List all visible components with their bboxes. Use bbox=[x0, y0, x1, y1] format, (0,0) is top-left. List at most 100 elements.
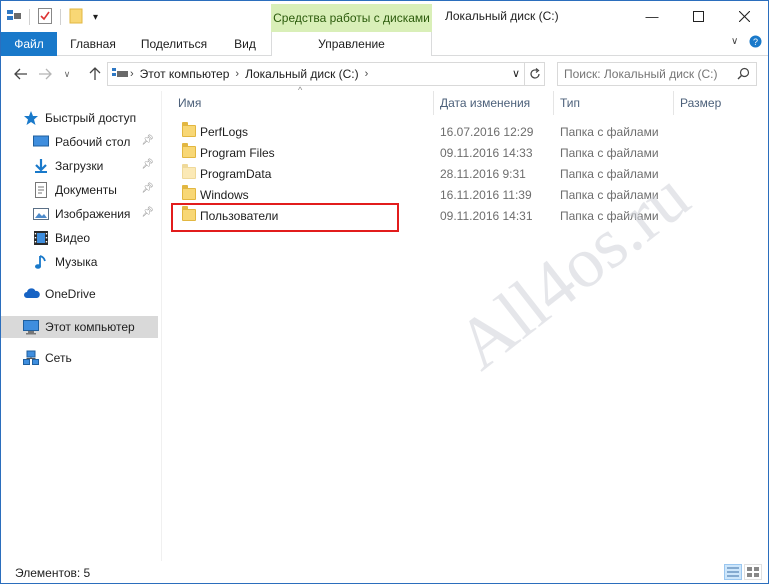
back-arrow-icon bbox=[14, 68, 27, 80]
hidden-folder-icon bbox=[182, 164, 196, 179]
column-header-size[interactable]: Размер bbox=[674, 91, 754, 115]
nav-item-music[interactable]: Музыка bbox=[1, 251, 158, 273]
maximize-icon bbox=[692, 10, 704, 22]
ribbon-tabs: Файл Главная Поделиться Вид Управление ∨… bbox=[1, 32, 768, 56]
qat-separator bbox=[60, 9, 61, 25]
nav-item-desktop[interactable]: Рабочий стол 📌︎ bbox=[1, 131, 158, 153]
minimize-button[interactable]: — bbox=[629, 1, 675, 31]
refresh-icon bbox=[529, 68, 540, 79]
this-pc-icon bbox=[112, 67, 128, 82]
documents-icon bbox=[33, 182, 49, 198]
properties-icon[interactable] bbox=[38, 7, 52, 27]
nav-label: Видео bbox=[55, 231, 91, 245]
breadcrumb-local-disk[interactable]: Локальный диск (C:) bbox=[245, 67, 359, 81]
column-header-type[interactable]: Тип bbox=[554, 91, 674, 115]
computer-icon bbox=[23, 319, 39, 335]
file-row[interactable]: PerfLogs 16.07.2016 12:29 Папка с файлам… bbox=[170, 122, 715, 143]
expand-ribbon-chevron-icon[interactable]: ∨ bbox=[731, 36, 738, 47]
file-type: Папка с файлами bbox=[560, 167, 659, 181]
pin-icon[interactable]: 📌︎ bbox=[141, 207, 154, 218]
status-bar: Элементов: 5 bbox=[1, 561, 768, 583]
column-header-date[interactable]: Дата изменения bbox=[434, 91, 554, 115]
file-type: Папка с файлами bbox=[560, 188, 659, 202]
column-header-name[interactable]: Имя bbox=[172, 91, 434, 115]
title-bar: ▾ Средства работы с дисками Локальный ди… bbox=[1, 1, 768, 33]
nav-label: Загрузки bbox=[55, 159, 104, 173]
file-list: ^ Имя Дата изменения Тип Размер PerfLogs… bbox=[162, 85, 768, 561]
refresh-button[interactable] bbox=[525, 62, 545, 86]
file-date: 09.11.2016 14:31 bbox=[440, 209, 533, 223]
nav-item-documents[interactable]: Документы 📌︎ bbox=[1, 179, 158, 201]
up-button[interactable] bbox=[85, 64, 105, 84]
folder-icon bbox=[182, 143, 196, 158]
help-icon[interactable]: ? bbox=[749, 35, 762, 51]
tab-file[interactable]: Файл bbox=[1, 32, 57, 56]
address-bar[interactable]: › Этот компьютер › Локальный диск (C:) ›… bbox=[107, 62, 525, 86]
new-folder-icon[interactable] bbox=[69, 8, 83, 27]
breadcrumb-chevron-icon[interactable]: › bbox=[130, 68, 134, 80]
close-icon bbox=[738, 10, 750, 22]
explorer-app-icon[interactable] bbox=[7, 9, 21, 26]
nav-label: Музыка bbox=[55, 255, 98, 269]
file-date: 09.11.2016 14:33 bbox=[440, 146, 533, 160]
nav-onedrive[interactable]: OneDrive bbox=[1, 283, 158, 305]
folder-icon bbox=[182, 185, 196, 200]
details-view-icon bbox=[727, 567, 739, 577]
quick-access-toolbar: ▾ bbox=[7, 7, 98, 27]
forward-button[interactable] bbox=[35, 64, 55, 84]
svg-text:?: ? bbox=[753, 37, 758, 47]
back-button[interactable] bbox=[11, 64, 31, 84]
file-type: Папка с файлами bbox=[560, 146, 659, 160]
pin-icon[interactable]: 📌︎ bbox=[141, 183, 154, 194]
large-icons-view-button[interactable] bbox=[744, 564, 762, 580]
tab-view[interactable]: Вид bbox=[219, 32, 271, 56]
pictures-icon bbox=[33, 206, 49, 222]
details-view-button[interactable] bbox=[724, 564, 742, 580]
tab-home[interactable]: Главная bbox=[57, 32, 129, 56]
tab-share[interactable]: Поделиться bbox=[129, 32, 219, 56]
nav-label: Изображения bbox=[55, 207, 131, 221]
file-date: 16.07.2016 12:29 bbox=[440, 125, 534, 139]
address-dropdown-chevron-icon[interactable]: ∨ bbox=[512, 67, 520, 80]
nav-this-pc[interactable]: Этот компьютер bbox=[1, 316, 158, 338]
video-icon bbox=[33, 230, 49, 246]
file-row[interactable]: Program Files 09.11.2016 14:33 Папка с ф… bbox=[170, 143, 715, 164]
customize-qat-chevron-icon[interactable]: ▾ bbox=[93, 12, 98, 23]
highlight-box bbox=[171, 203, 399, 232]
nav-label: Быстрый доступ bbox=[45, 111, 137, 125]
desktop-icon bbox=[33, 134, 49, 150]
folder-icon bbox=[182, 122, 196, 137]
file-row[interactable]: ProgramData 28.11.2016 9:31 Папка с файл… bbox=[170, 164, 715, 185]
recent-locations-chevron-icon[interactable]: ∨ bbox=[57, 64, 77, 84]
file-date: 28.11.2016 9:31 bbox=[440, 167, 526, 181]
tab-manage[interactable]: Управление bbox=[271, 32, 432, 56]
explorer-window: ▾ Средства работы с дисками Локальный ди… bbox=[0, 0, 769, 584]
cloud-icon bbox=[23, 286, 40, 302]
nav-network[interactable]: Сеть bbox=[1, 347, 158, 369]
qat-separator bbox=[29, 9, 30, 25]
nav-item-video[interactable]: Видео bbox=[1, 227, 158, 249]
nav-item-pictures[interactable]: Изображения 📌︎ bbox=[1, 203, 158, 225]
close-button[interactable] bbox=[721, 1, 767, 31]
up-arrow-icon bbox=[89, 67, 101, 80]
breadcrumb-chevron-icon[interactable]: › bbox=[235, 68, 239, 80]
context-tab-group-label: Средства работы с дисками bbox=[271, 4, 432, 33]
file-type: Папка с файлами bbox=[560, 209, 659, 223]
file-name: PerfLogs bbox=[200, 125, 249, 139]
nav-label: Этот компьютер bbox=[45, 320, 135, 334]
search-icon[interactable] bbox=[737, 67, 750, 83]
breadcrumb-chevron-icon[interactable]: › bbox=[365, 68, 369, 80]
pin-icon[interactable]: 📌︎ bbox=[141, 159, 154, 170]
breadcrumb-this-pc[interactable]: Этот компьютер bbox=[140, 67, 230, 81]
navigation-row: ∨ › Этот компьютер › Локальный диск (C:)… bbox=[1, 56, 768, 91]
pin-icon[interactable]: 📌︎ bbox=[141, 135, 154, 146]
nav-item-downloads[interactable]: Загрузки 📌︎ bbox=[1, 155, 158, 177]
nav-quick-access[interactable]: Быстрый доступ bbox=[1, 107, 158, 129]
file-name: Windows bbox=[200, 188, 249, 202]
star-icon bbox=[23, 110, 39, 126]
search-input[interactable] bbox=[564, 67, 734, 81]
maximize-button[interactable] bbox=[675, 1, 721, 31]
large-icons-view-icon bbox=[747, 567, 759, 577]
window-title: Локальный диск (C:) bbox=[445, 9, 559, 23]
search-box[interactable] bbox=[557, 62, 757, 86]
